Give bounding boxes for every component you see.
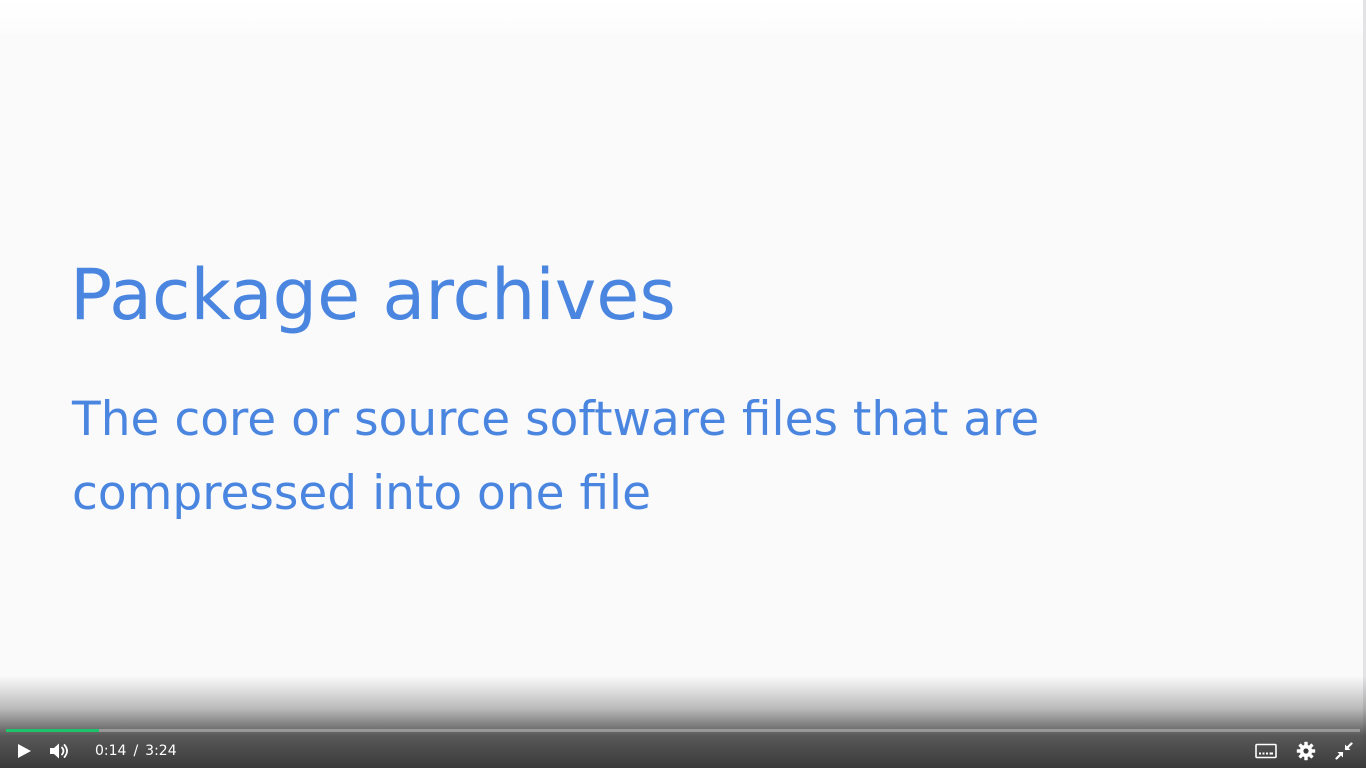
top-band: [0, 0, 1366, 34]
slide-title: Package archives: [70, 254, 676, 336]
play-button[interactable]: [11, 738, 37, 764]
progress-bar-fill: [6, 729, 100, 732]
volume-icon: [50, 743, 68, 759]
slide-body-text: The core or source software files that a…: [72, 392, 1040, 521]
time-separator: /: [133, 743, 139, 759]
exit-fullscreen-icon: [1335, 742, 1353, 760]
controls-gradient: [0, 676, 1366, 768]
volume-button[interactable]: [47, 738, 73, 764]
settings-button[interactable]: [1293, 738, 1319, 764]
captions-icon: [1255, 743, 1277, 759]
video-player[interactable]: Package archives The core or source soft…: [0, 0, 1366, 768]
gear-icon: [1296, 741, 1316, 761]
duration: 3:24: [145, 743, 177, 759]
current-time: 0:14: [95, 743, 127, 759]
play-icon: [18, 744, 31, 758]
exit-fullscreen-button[interactable]: [1331, 738, 1357, 764]
progress-bar[interactable]: [6, 729, 1360, 732]
time-display: 0:14 / 3:24: [95, 741, 177, 761]
captions-button[interactable]: [1253, 738, 1279, 764]
